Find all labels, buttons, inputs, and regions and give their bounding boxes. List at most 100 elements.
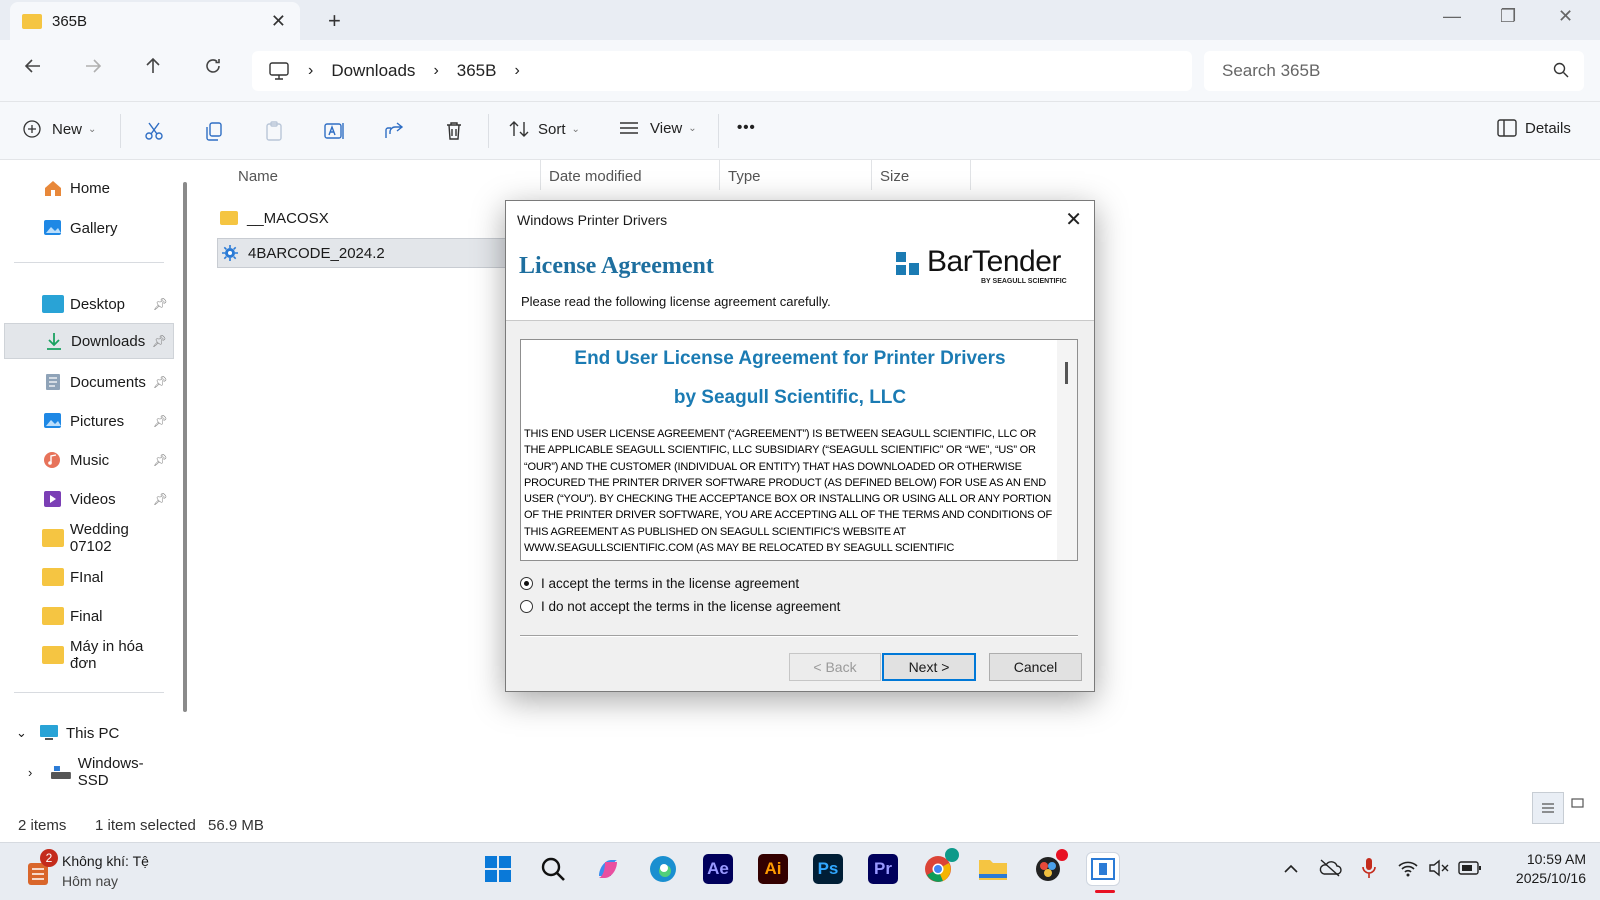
after-effects-button[interactable]: Ae — [701, 852, 735, 886]
sidebar-item-windows-ssd[interactable]: › Windows-SSD — [4, 754, 174, 790]
pin-icon[interactable]: 📌︎ — [153, 414, 168, 428]
weather-widget[interactable]: 2 Không khí: Tệ Hôm nay — [24, 849, 224, 893]
restore-button[interactable]: ❐ — [1500, 6, 1516, 27]
sidebar-item-final-1[interactable]: FInal — [4, 559, 174, 595]
start-button[interactable] — [481, 852, 515, 886]
sidebar-item-videos[interactable]: Videos 📌︎ — [4, 481, 174, 517]
scroll-thumb[interactable] — [1065, 362, 1068, 384]
accept-radio[interactable]: I accept the terms in the license agreem… — [520, 576, 799, 591]
column-header-size[interactable]: Size — [880, 168, 909, 185]
sidebar-item-music[interactable]: Music 📌︎ — [4, 442, 174, 478]
new-tab-button[interactable]: + — [328, 8, 341, 34]
premiere-button[interactable]: Pr — [866, 852, 900, 886]
file-row-macosx[interactable]: __MACOSX — [217, 203, 517, 233]
new-button[interactable]: New ⌄ — [22, 119, 96, 139]
sidebar-item-downloads[interactable]: Downloads 📌︎ — [4, 323, 174, 359]
edge-button[interactable] — [646, 852, 680, 886]
tab-365b[interactable]: 365B ✕ — [10, 2, 300, 40]
pin-icon[interactable]: 📌︎ — [153, 492, 168, 506]
forward-button[interactable] — [78, 56, 108, 82]
back-button[interactable]: < Back — [789, 653, 881, 681]
sidebar-item-desktop[interactable]: Desktop 📌︎ — [4, 286, 174, 322]
breadcrumb-365b[interactable]: 365B — [457, 61, 497, 81]
copilot-button[interactable] — [591, 852, 625, 886]
close-window-button[interactable]: ✕ — [1558, 6, 1573, 27]
illustrator-button[interactable]: Ai — [756, 852, 790, 886]
pin-icon[interactable]: 📌︎ — [153, 453, 168, 467]
radio-unchecked-icon[interactable] — [520, 600, 533, 613]
sidebar-item-documents[interactable]: Documents 📌︎ — [4, 364, 174, 400]
sidebar-item-final-2[interactable]: Final — [4, 598, 174, 634]
eula-textbox[interactable]: End User License Agreement for Printer D… — [520, 339, 1078, 561]
address-bar[interactable]: › Downloads › 365B › — [252, 51, 1192, 91]
clock[interactable]: 10:59 AM 2025/10/16 — [1496, 851, 1586, 886]
wifi-icon[interactable] — [1397, 858, 1419, 883]
column-divider[interactable] — [540, 160, 541, 190]
decline-radio[interactable]: I do not accept the terms in the license… — [520, 599, 840, 614]
dialog-close-icon[interactable]: ✕ — [1065, 207, 1082, 232]
cut-button[interactable] — [139, 117, 169, 145]
details-view-toggle[interactable] — [1532, 792, 1564, 824]
tiles-view-toggle[interactable] — [1570, 796, 1586, 816]
pin-icon[interactable]: 📌︎ — [153, 375, 168, 389]
chevron-down-icon: ⌄ — [88, 123, 97, 135]
divider — [14, 262, 164, 263]
sidebar-item-this-pc[interactable]: ⌄ This PC — [4, 715, 174, 751]
sidebar-item-label: Pictures — [70, 412, 125, 430]
microphone-icon[interactable] — [1360, 856, 1378, 885]
sidebar-item-may-in[interactable]: Máy in hóa đơn — [4, 637, 174, 673]
edge-icon — [650, 856, 676, 882]
column-header-type[interactable]: Type — [728, 168, 761, 185]
photoshop-button[interactable]: Ps — [811, 852, 845, 886]
sidebar-item-pictures[interactable]: Pictures 📌︎ — [4, 403, 174, 439]
column-divider[interactable] — [719, 160, 720, 190]
delete-button[interactable] — [439, 117, 469, 145]
onedrive-offline-icon[interactable] — [1318, 857, 1342, 884]
sidebar-scrollbar[interactable] — [183, 182, 187, 712]
davinci-button[interactable] — [1031, 849, 1068, 886]
pin-icon[interactable]: 📌︎ — [152, 334, 167, 348]
sort-button[interactable]: Sort ⌄ — [508, 119, 580, 139]
eula-scrollbar[interactable] — [1057, 340, 1077, 560]
refresh-button[interactable] — [198, 56, 228, 82]
column-divider[interactable] — [871, 160, 872, 190]
column-divider[interactable] — [970, 160, 971, 190]
view-button[interactable]: View ⌄ — [618, 119, 697, 137]
chevron-down-icon[interactable]: ⌄ — [16, 725, 38, 741]
search-taskbar-button[interactable] — [536, 852, 570, 886]
more-options-button[interactable]: ••• — [737, 119, 756, 136]
column-header-name[interactable]: Name — [238, 168, 278, 185]
copy-button[interactable] — [199, 117, 229, 145]
back-button[interactable] — [18, 56, 48, 82]
cancel-button[interactable]: Cancel — [989, 653, 1082, 681]
minimize-button[interactable]: — — [1443, 6, 1461, 27]
volume-muted-icon[interactable] — [1428, 858, 1450, 883]
pin-icon[interactable]: 📌︎ — [153, 297, 168, 311]
chevron-right-icon[interactable]: › — [28, 765, 50, 780]
folder-icon — [979, 860, 1007, 880]
sidebar-item-label: Desktop — [70, 295, 126, 313]
sidebar-item-gallery[interactable]: Gallery — [4, 210, 174, 246]
sidebar-item-home[interactable]: Home — [4, 170, 174, 206]
tiles-view-icon — [1571, 798, 1584, 808]
file-row-4barcode[interactable]: 4BARCODE_2024.2 — [217, 238, 517, 268]
paste-button[interactable] — [259, 117, 289, 145]
tab-close-icon[interactable]: ✕ — [271, 11, 286, 32]
rename-button[interactable] — [319, 117, 349, 145]
radio-checked-icon[interactable] — [520, 577, 533, 590]
installer-button[interactable] — [1086, 852, 1120, 893]
battery-icon[interactable] — [1458, 859, 1482, 882]
file-explorer-button[interactable] — [976, 852, 1010, 886]
breadcrumb-downloads[interactable]: Downloads — [331, 61, 415, 81]
up-button[interactable] — [138, 56, 168, 82]
share-button[interactable] — [379, 117, 409, 145]
column-header-date[interactable]: Date modified — [549, 168, 642, 185]
arrow-up-icon — [146, 57, 160, 73]
breadcrumb-separator[interactable]: › — [514, 62, 519, 80]
chevron-up-icon[interactable] — [1283, 861, 1299, 879]
search-input[interactable]: Search 365B — [1204, 51, 1584, 91]
details-button[interactable]: Details — [1497, 119, 1571, 137]
sidebar-item-wedding[interactable]: Wedding 07102 — [4, 520, 174, 556]
next-button[interactable]: Next > — [882, 653, 976, 681]
chrome-button[interactable] — [921, 848, 959, 886]
